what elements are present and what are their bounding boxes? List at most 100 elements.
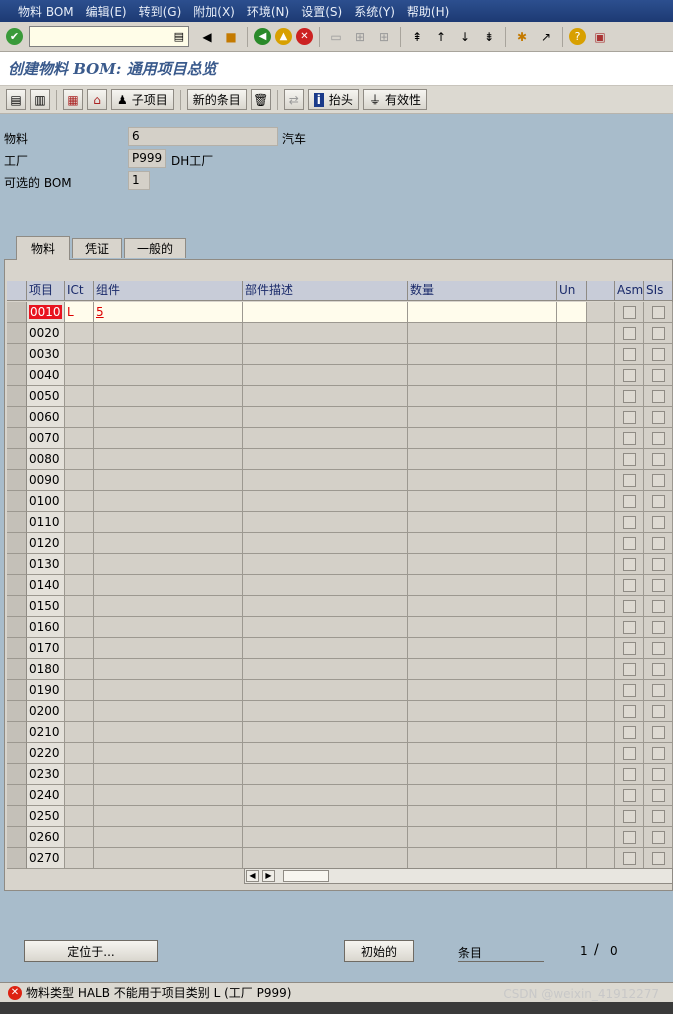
asm-cell[interactable]	[615, 554, 644, 575]
item-cell[interactable]: 0160	[27, 617, 65, 638]
item-cell[interactable]: 0100	[27, 491, 65, 512]
sis-checkbox[interactable]	[652, 516, 665, 529]
ict-cell[interactable]	[65, 596, 94, 617]
ict-cell[interactable]	[65, 722, 94, 743]
sis-checkbox[interactable]	[652, 705, 665, 718]
item-cell[interactable]: 0190	[27, 680, 65, 701]
save-icon[interactable]: ■	[221, 27, 241, 47]
description-cell[interactable]	[243, 323, 408, 344]
ict-cell[interactable]	[65, 701, 94, 722]
description-cell[interactable]	[243, 785, 408, 806]
asm-checkbox[interactable]	[623, 789, 636, 802]
sis-checkbox[interactable]	[652, 810, 665, 823]
row-selector[interactable]	[7, 638, 27, 659]
item-cell[interactable]: 0230	[27, 764, 65, 785]
component-cell[interactable]	[94, 407, 243, 428]
component-cell[interactable]	[94, 848, 243, 869]
item-cell[interactable]: 0180	[27, 659, 65, 680]
description-cell[interactable]	[243, 449, 408, 470]
asm-checkbox[interactable]	[623, 831, 636, 844]
ict-cell[interactable]	[65, 533, 94, 554]
blank-cell[interactable]	[587, 701, 615, 722]
blank-cell[interactable]	[587, 827, 615, 848]
item-cell[interactable]: 0010	[27, 302, 65, 323]
component-cell[interactable]	[94, 785, 243, 806]
ict-cell[interactable]	[65, 344, 94, 365]
back-icon[interactable]: ◀	[254, 28, 271, 45]
sis-cell[interactable]	[644, 722, 673, 743]
blank-cell[interactable]	[587, 575, 615, 596]
asm-checkbox[interactable]	[623, 327, 636, 340]
menu-item[interactable]: 物料 BOM	[18, 3, 74, 20]
item-cell[interactable]: 0050	[27, 386, 65, 407]
ict-cell[interactable]	[65, 680, 94, 701]
component-cell[interactable]	[94, 449, 243, 470]
sis-cell[interactable]	[644, 680, 673, 701]
blank-cell[interactable]	[587, 659, 615, 680]
unit-cell[interactable]	[557, 554, 587, 575]
sis-checkbox[interactable]	[652, 831, 665, 844]
component-cell[interactable]	[94, 638, 243, 659]
item-cell[interactable]: 0210	[27, 722, 65, 743]
unit-cell[interactable]	[557, 806, 587, 827]
row-selector[interactable]	[7, 323, 27, 344]
blank-cell[interactable]	[587, 407, 615, 428]
component-cell[interactable]	[94, 827, 243, 848]
description-cell[interactable]	[243, 386, 408, 407]
asm-cell[interactable]	[615, 743, 644, 764]
blank-cell[interactable]	[587, 638, 615, 659]
sis-checkbox[interactable]	[652, 306, 665, 319]
unit-cell[interactable]	[557, 722, 587, 743]
sis-checkbox[interactable]	[652, 348, 665, 361]
asm-cell[interactable]	[615, 617, 644, 638]
asm-cell[interactable]	[615, 680, 644, 701]
description-cell[interactable]	[243, 722, 408, 743]
description-cell[interactable]	[243, 575, 408, 596]
row-selector[interactable]	[7, 785, 27, 806]
quantity-cell[interactable]	[408, 596, 557, 617]
blank-cell[interactable]	[587, 386, 615, 407]
sis-checkbox[interactable]	[652, 369, 665, 382]
asm-cell[interactable]	[615, 344, 644, 365]
component-cell[interactable]	[94, 743, 243, 764]
menu-item[interactable]: 设置(S)	[301, 3, 342, 20]
unit-cell[interactable]	[557, 743, 587, 764]
row-selector[interactable]	[7, 764, 27, 785]
component-cell[interactable]	[94, 512, 243, 533]
blank-cell[interactable]	[587, 806, 615, 827]
component-cell[interactable]	[94, 680, 243, 701]
item-cell[interactable]: 0220	[27, 743, 65, 764]
ict-cell[interactable]	[65, 365, 94, 386]
sis-checkbox[interactable]	[652, 537, 665, 550]
description-cell[interactable]	[243, 806, 408, 827]
menu-item[interactable]: 附加(X)	[193, 3, 235, 20]
item-cell[interactable]: 0030	[27, 344, 65, 365]
unit-cell[interactable]	[557, 491, 587, 512]
blank-cell[interactable]	[587, 722, 615, 743]
asm-checkbox[interactable]	[623, 579, 636, 592]
row-selector[interactable]	[7, 701, 27, 722]
asm-cell[interactable]	[615, 470, 644, 491]
asm-cell[interactable]	[615, 722, 644, 743]
ict-cell[interactable]: L	[65, 302, 94, 323]
quantity-cell[interactable]	[408, 806, 557, 827]
change-icon[interactable]: ▥	[30, 89, 50, 110]
row-selector[interactable]	[7, 722, 27, 743]
unit-cell[interactable]	[557, 596, 587, 617]
menu-item[interactable]: 转到(G)	[139, 3, 182, 20]
item-cell[interactable]: 0240	[27, 785, 65, 806]
description-cell[interactable]	[243, 365, 408, 386]
sis-checkbox[interactable]	[652, 579, 665, 592]
description-cell[interactable]	[243, 743, 408, 764]
command-field[interactable]: ▤	[29, 26, 189, 47]
quantity-cell[interactable]	[408, 575, 557, 596]
asm-checkbox[interactable]	[623, 726, 636, 739]
component-cell[interactable]	[94, 428, 243, 449]
ict-cell[interactable]	[65, 323, 94, 344]
quantity-cell[interactable]	[408, 638, 557, 659]
last-page-icon[interactable]: ⇟	[479, 27, 499, 47]
asm-checkbox[interactable]	[623, 684, 636, 697]
asm-checkbox[interactable]	[623, 537, 636, 550]
ict-cell[interactable]	[65, 470, 94, 491]
unit-cell[interactable]	[557, 785, 587, 806]
